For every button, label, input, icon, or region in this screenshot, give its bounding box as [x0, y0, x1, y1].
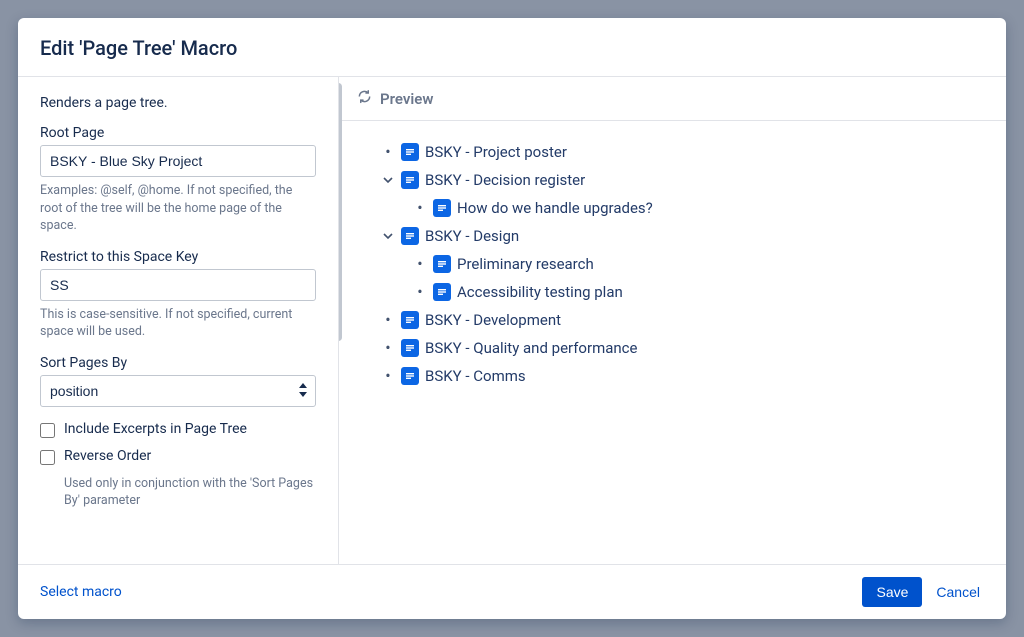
select-macro-link[interactable]: Select macro: [40, 584, 122, 600]
sort-by-group: Sort Pages By position: [40, 355, 316, 407]
tree-row: How do we handle upgrades?: [413, 199, 982, 217]
tree-row: BSKY - Development: [381, 311, 982, 329]
refresh-icon[interactable]: [357, 89, 372, 108]
tree-link[interactable]: BSKY - Project poster: [425, 143, 567, 161]
reverse-order-help: Used only in conjunction with the 'Sort …: [64, 475, 316, 510]
page-icon: [401, 227, 419, 245]
chevron-down-icon[interactable]: [381, 231, 395, 241]
reverse-order-group: Reverse Order Used only in conjunction w…: [40, 448, 316, 510]
include-excerpts-checkbox[interactable]: [40, 423, 55, 438]
tree-row: BSKY - Project poster: [381, 143, 982, 161]
tree-row: BSKY - Decision register: [381, 171, 982, 189]
page-icon: [401, 143, 419, 161]
preview-header: Preview: [339, 77, 1006, 121]
dialog-header: Edit 'Page Tree' Macro: [18, 18, 1006, 77]
reverse-order-row: Reverse Order: [40, 448, 316, 465]
tree-row: Preliminary research: [413, 255, 982, 273]
root-page-help: Examples: @self, @home. If not specified…: [40, 182, 316, 235]
page-icon: [401, 171, 419, 189]
tree-row: BSKY - Design: [381, 227, 982, 245]
tree-bullet: [381, 340, 395, 356]
tree-link[interactable]: Accessibility testing plan: [457, 283, 623, 301]
tree-link[interactable]: BSKY - Comms: [425, 367, 526, 385]
tree-link[interactable]: BSKY - Quality and performance: [425, 339, 637, 357]
chevron-down-icon[interactable]: [381, 175, 395, 185]
root-page-label: Root Page: [40, 125, 316, 141]
sort-by-select[interactable]: position: [40, 375, 316, 407]
preview-content: BSKY - Project poster BSKY - Decision reg…: [339, 121, 1006, 417]
root-page-group: Root Page Examples: @self, @home. If not…: [40, 125, 316, 235]
macro-edit-dialog: Edit 'Page Tree' Macro Renders a page tr…: [18, 18, 1006, 619]
reverse-order-checkbox[interactable]: [40, 450, 55, 465]
tree-row: BSKY - Comms: [381, 367, 982, 385]
page-icon: [401, 367, 419, 385]
page-icon: [433, 283, 451, 301]
form-description: Renders a page tree.: [40, 95, 316, 111]
tree-row: Accessibility testing plan: [413, 283, 982, 301]
page-icon: [401, 311, 419, 329]
tree-bullet: [413, 200, 427, 216]
page-tree: BSKY - Project poster BSKY - Decision reg…: [363, 143, 982, 385]
dialog-footer: Select macro Save Cancel: [18, 564, 1006, 619]
preview-pane: Preview BSKY - Project poster BSKY - Deci…: [338, 77, 1006, 564]
include-excerpts-label: Include Excerpts in Page Tree: [64, 421, 247, 437]
root-page-input[interactable]: [40, 145, 316, 177]
tree-bullet: [413, 256, 427, 272]
save-button[interactable]: Save: [862, 577, 922, 607]
tree-link[interactable]: BSKY - Design: [425, 227, 519, 245]
space-key-label: Restrict to this Space Key: [40, 249, 316, 265]
page-icon: [433, 199, 451, 217]
page-icon: [433, 255, 451, 273]
tree-link[interactable]: BSKY - Decision register: [425, 171, 585, 189]
dialog-body: Renders a page tree. Root Page Examples:…: [18, 77, 1006, 564]
tree-row: BSKY - Quality and performance: [381, 339, 982, 357]
space-key-input[interactable]: [40, 269, 316, 301]
tree-link[interactable]: BSKY - Development: [425, 311, 561, 329]
space-key-help: This is case-sensitive. If not specified…: [40, 306, 316, 341]
reverse-order-label: Reverse Order: [64, 448, 151, 464]
include-excerpts-row: Include Excerpts in Page Tree: [40, 421, 316, 438]
cancel-button[interactable]: Cancel: [932, 577, 984, 607]
page-icon: [401, 339, 419, 357]
tree-link[interactable]: How do we handle upgrades?: [457, 199, 653, 217]
tree-bullet: [413, 284, 427, 300]
footer-actions: Save Cancel: [862, 577, 984, 607]
preview-title: Preview: [380, 90, 433, 108]
dialog-title: Edit 'Page Tree' Macro: [40, 36, 984, 60]
space-key-group: Restrict to this Space Key This is case-…: [40, 249, 316, 341]
sort-by-label: Sort Pages By: [40, 355, 316, 371]
scrollbar-thumb[interactable]: [338, 83, 342, 341]
form-pane: Renders a page tree. Root Page Examples:…: [18, 77, 338, 564]
tree-bullet: [381, 368, 395, 384]
tree-link[interactable]: Preliminary research: [457, 255, 594, 273]
scroll-fade: [18, 546, 338, 564]
tree-bullet: [381, 144, 395, 160]
tree-bullet: [381, 312, 395, 328]
